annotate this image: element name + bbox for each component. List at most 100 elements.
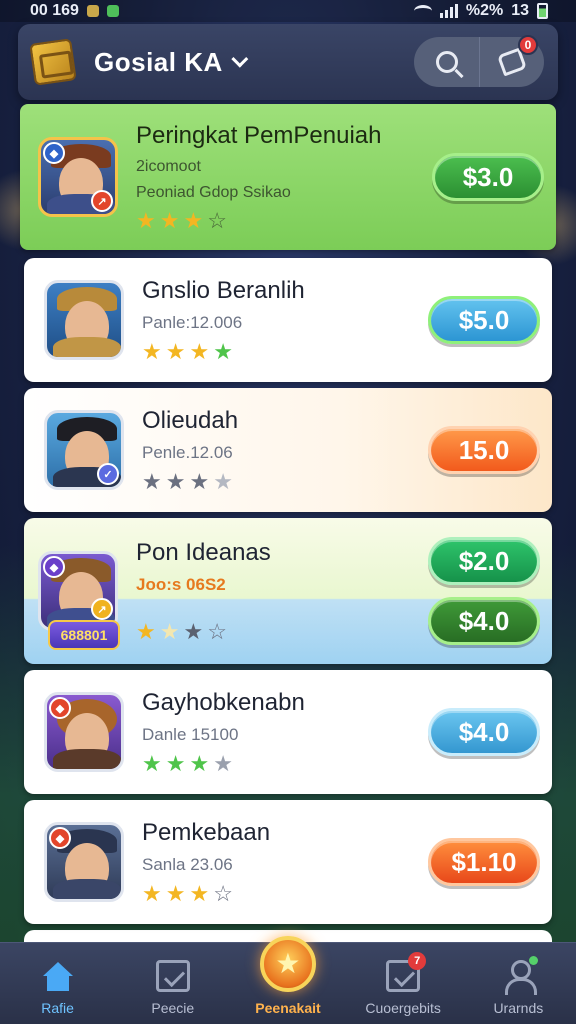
nav-label: Rafie xyxy=(41,1000,74,1016)
nav-label: Peecie xyxy=(151,1000,195,1016)
level-badge-icon: ↗ xyxy=(91,190,113,212)
price-button[interactable]: $3.0 xyxy=(432,153,544,201)
battery-icon xyxy=(537,3,548,19)
header-title[interactable]: Gosial KA xyxy=(94,47,223,78)
app-header: Gosial KA 0 xyxy=(18,24,558,100)
star-icon: ★ xyxy=(159,208,180,233)
star-icon: ★ xyxy=(165,469,186,494)
star-icon: ★ xyxy=(142,469,162,494)
rank-badge-icon: ◆ xyxy=(49,697,71,719)
item-name: Gayhobkenabn xyxy=(142,689,305,716)
item-subtitle: Penle.12.06 xyxy=(142,443,233,462)
rating-stars: ★ ★ ★ ☆ xyxy=(142,883,428,905)
list-item[interactable]: ◆ Gayhobkenabn Danle 15100 ★ ★ ★ ★ $4.0 xyxy=(24,670,552,794)
nav-item-profile[interactable]: Urarnds xyxy=(463,956,573,1016)
rating-stars: ★ ★ ★ ★ xyxy=(142,471,428,493)
star-icon: ★ xyxy=(183,208,204,233)
rank-badge-icon: ◆ xyxy=(43,556,65,578)
chevron-down-icon[interactable] xyxy=(231,50,249,68)
star-emblem-icon: ★ xyxy=(259,936,316,992)
level-badge-icon: ↗ xyxy=(91,598,113,620)
item-subtitle: Danle 15100 xyxy=(142,725,239,744)
star-icon: ★ xyxy=(189,339,210,364)
star-icon: ★ xyxy=(165,881,186,906)
search-button[interactable] xyxy=(414,37,479,87)
avatar: ◆ ↗ xyxy=(38,551,118,631)
star-icon: ★ xyxy=(159,619,180,644)
price-button[interactable]: $4.0 xyxy=(428,597,540,645)
verified-badge-icon: ✓ xyxy=(97,463,119,485)
user-icon xyxy=(503,960,538,995)
star-icon: ★ xyxy=(213,751,233,776)
nav-item-tasks[interactable]: Peecie xyxy=(118,960,228,1016)
status-bar: 00 169 %2% 13 xyxy=(0,0,576,22)
nav-label: Peenakait xyxy=(255,1000,321,1016)
bottom-nav: Rafie Peecie ★ Peenakait 7 Cuoergebits U… xyxy=(0,936,576,1024)
logo-chest-icon xyxy=(29,38,77,86)
list-item[interactable]: ◆ ↗ Peringkat PemPenuiah 2icomoot Peonia… xyxy=(20,104,556,250)
item-subtitle: Panle:12.006 xyxy=(142,313,243,332)
refresh-button[interactable]: 0 xyxy=(479,35,544,87)
item-name: Olieudah xyxy=(142,407,239,434)
nav-item-rewards[interactable]: 7 Cuoergebits xyxy=(348,952,458,1016)
rating-stars: ★ ★ ★ ☆ xyxy=(136,621,428,643)
price-options: $2.0 $4.0 xyxy=(428,537,540,645)
home-icon xyxy=(41,962,75,992)
price-button[interactable]: 15.0 xyxy=(428,426,540,474)
app-notification-icon xyxy=(106,5,119,17)
nav-item-ranking[interactable]: ★ Peenakait xyxy=(233,936,343,1016)
star-icon: ★ xyxy=(213,469,233,494)
star-icon: ★ xyxy=(165,751,186,776)
rating-stars: ★ ★ ★ ☆ xyxy=(136,210,432,232)
rating-stars: ★ ★ ★ ★ xyxy=(142,341,428,363)
star-icon: ★ xyxy=(142,339,162,364)
item-name: Gnslio Beranlih xyxy=(142,277,305,304)
item-subtitle: Joo:s 06S2 xyxy=(136,575,226,594)
list-item[interactable]: Gnslio Beranlih Panle:12.006 ★ ★ ★ ★ $5.… xyxy=(24,258,552,382)
star-icon: ★ xyxy=(136,619,156,644)
avatar: ◆ xyxy=(44,822,124,902)
star-icon: ★ xyxy=(189,469,210,494)
rank-badge-icon: ◆ xyxy=(49,827,71,849)
nav-badge: 7 xyxy=(408,952,427,970)
star-icon: ★ xyxy=(136,208,156,233)
nav-label: Cuoergebits xyxy=(365,1000,441,1016)
star-icon: ★ xyxy=(189,751,210,776)
wifi-icon xyxy=(413,5,432,17)
avatar: ✓ xyxy=(44,410,124,490)
ranking-list: ◆ ↗ Peringkat PemPenuiah 2icomoot Peonia… xyxy=(20,104,556,950)
rating-stars: ★ ★ ★ ★ xyxy=(142,753,428,775)
battery-text: 13 xyxy=(511,2,529,19)
price-button[interactable]: $5.0 xyxy=(428,296,540,344)
status-time: 00 169 xyxy=(30,2,79,19)
avatar: ◆ xyxy=(44,692,124,772)
star-icon: ★ xyxy=(183,619,204,644)
star-empty-icon: ☆ xyxy=(213,881,233,906)
star-empty-icon: ☆ xyxy=(207,208,227,233)
star-icon: ★ xyxy=(189,881,210,906)
star-icon: ★ xyxy=(213,339,233,364)
online-status-dot xyxy=(529,956,539,965)
list-item[interactable]: ◆ ↗ 688801 Pon Ideanas Joo:s 06S2 ★ ★ ★ … xyxy=(24,518,552,664)
nav-item-home[interactable]: Rafie xyxy=(3,962,113,1016)
star-empty-icon: ☆ xyxy=(207,619,227,644)
list-item[interactable]: ✓ Olieudah Penle.12.06 ★ ★ ★ ★ 15.0 xyxy=(24,388,552,512)
signal-icon xyxy=(439,4,458,18)
price-button[interactable]: $1.10 xyxy=(428,838,540,886)
box-check-icon xyxy=(155,960,190,992)
item-subtitle: Sanla 23.06 xyxy=(142,855,233,874)
nav-label: Urarnds xyxy=(493,1000,544,1016)
price-button[interactable]: $2.0 xyxy=(428,537,540,585)
item-name: Pemkebaan xyxy=(142,819,271,846)
list-item[interactable]: ◆ Pemkebaan Sanla 23.06 ★ ★ ★ ☆ $1.10 xyxy=(24,800,552,924)
item-name: Peringkat PemPenuiah xyxy=(136,122,382,149)
rank-badge-icon: ◆ xyxy=(43,142,65,164)
search-icon xyxy=(435,51,458,73)
app-notification-icon xyxy=(86,5,99,17)
item-subtitle: 2icomoot xyxy=(136,158,201,175)
item-name: Pon Ideanas xyxy=(136,539,271,566)
item-detail: Peoniad Gdop Ssikao xyxy=(136,184,291,201)
star-icon: ★ xyxy=(142,751,162,776)
price-button[interactable]: $4.0 xyxy=(428,708,540,756)
star-icon: ★ xyxy=(165,339,186,364)
